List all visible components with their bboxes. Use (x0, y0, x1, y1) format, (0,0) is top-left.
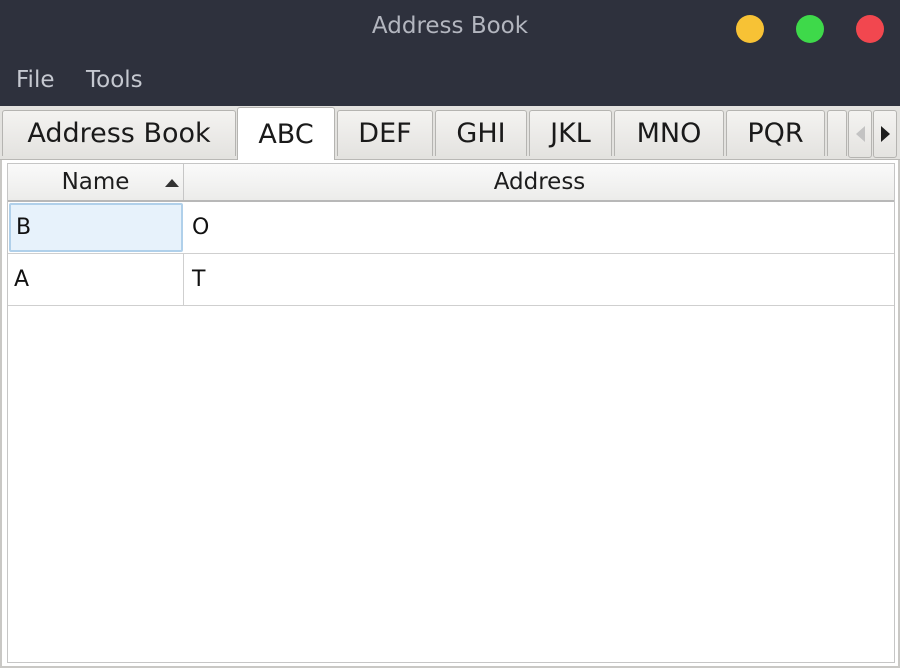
column-header-address[interactable]: Address (185, 164, 894, 200)
column-header-label: Name (61, 169, 130, 195)
tab-def[interactable]: DEF (337, 110, 433, 156)
name-cell[interactable]: A (8, 254, 184, 305)
menu-file[interactable]: File (16, 67, 55, 93)
chevron-left-icon (855, 126, 865, 142)
column-header-name[interactable]: Name (8, 164, 184, 200)
close-button[interactable] (856, 15, 884, 43)
tab-address-book[interactable]: Address Book (2, 110, 236, 156)
menu-tools[interactable]: Tools (86, 67, 143, 93)
tab-overflow[interactable] (827, 110, 847, 156)
table-row[interactable]: A T (8, 254, 894, 306)
address-cell[interactable]: O (185, 202, 894, 253)
main-content: Address Book ABC DEF GHI JKL MNO PQR Nam… (0, 106, 900, 668)
address-cell[interactable]: T (185, 254, 894, 305)
chevron-right-icon (880, 126, 890, 142)
title-bar: Address Book (0, 0, 900, 56)
tab-panel: Name Address B O A T (0, 160, 900, 668)
tab-mno[interactable]: MNO (614, 110, 724, 156)
contacts-table[interactable]: Name Address B O A T (7, 163, 895, 663)
name-cell[interactable]: B (9, 203, 183, 252)
tab-scroll-right-button[interactable] (873, 110, 897, 158)
sort-ascending-icon (165, 179, 179, 187)
menu-bar: File Tools (0, 56, 900, 106)
table-row[interactable]: B O (8, 202, 894, 254)
tab-strip: Address Book ABC DEF GHI JKL MNO PQR (0, 106, 900, 160)
column-header-label: Address (493, 169, 586, 195)
tab-jkl[interactable]: JKL (529, 110, 612, 156)
maximize-button[interactable] (796, 15, 824, 43)
tab-ghi[interactable]: GHI (435, 110, 527, 156)
window-title: Address Book (371, 13, 529, 39)
tab-scroll-left-button[interactable] (848, 110, 872, 158)
tab-pqr[interactable]: PQR (726, 110, 825, 156)
table-header: Name Address (8, 164, 894, 202)
minimize-button[interactable] (736, 15, 764, 43)
tab-abc[interactable]: ABC (237, 107, 335, 160)
